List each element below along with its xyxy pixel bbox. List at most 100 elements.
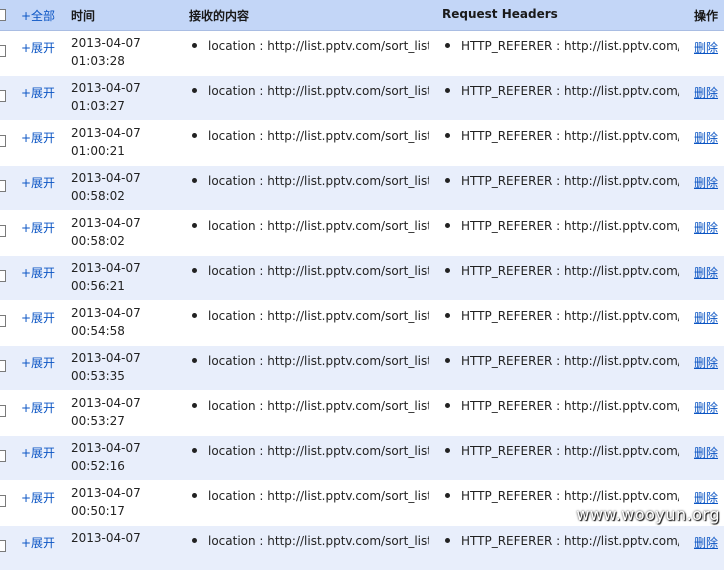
time-cell: 2013-04-07 00:54:58 — [71, 304, 181, 340]
date-text: 2013-04-07 — [71, 171, 141, 185]
row-checkbox[interactable] — [0, 270, 6, 285]
header-operation: 操作 — [694, 9, 719, 23]
delete-link[interactable]: 删除 — [694, 489, 724, 506]
row-checkbox[interactable] — [0, 315, 6, 330]
checkbox-box[interactable] — [0, 270, 6, 282]
expand-link[interactable]: +展开 — [21, 444, 65, 461]
checkbox-box[interactable] — [0, 180, 6, 192]
headers-cell: HTTP_REFERER : http://list.pptv.com/so — [442, 534, 679, 548]
content-text: location : http://list.pptv.com/sort_lis… — [208, 219, 429, 233]
bullet-icon — [445, 268, 450, 273]
content-cell: location : http://list.pptv.com/sort_lis… — [189, 309, 429, 323]
headers-cell: HTTP_REFERER : http://list.pptv.com/so — [442, 174, 679, 188]
expand-link[interactable]: +展开 — [21, 399, 65, 416]
bullet-icon — [445, 88, 450, 93]
delete-link[interactable]: 删除 — [694, 174, 724, 191]
delete-link[interactable]: 删除 — [694, 264, 724, 281]
table-row: +展开 2013-04-07 location : http://list.pp… — [0, 526, 724, 571]
row-checkbox[interactable] — [0, 135, 6, 150]
table-row: +展开 2013-04-07 01:03:28 location : http:/… — [0, 31, 724, 76]
header-text: HTTP_REFERER : http://list.pptv.com/so — [461, 399, 679, 413]
bullet-icon — [192, 223, 197, 228]
expand-link[interactable]: +展开 — [21, 39, 65, 56]
checkbox-box[interactable] — [0, 405, 6, 417]
content-text: location : http://list.pptv.com/sort_lis… — [208, 399, 429, 413]
delete-link[interactable]: 删除 — [694, 219, 724, 236]
header-text: HTTP_REFERER : http://list.pptv.com/so — [461, 534, 679, 548]
date-text: 2013-04-07 — [71, 216, 141, 230]
delete-link[interactable]: 删除 — [694, 309, 724, 326]
date-text: 2013-04-07 — [71, 36, 141, 50]
expand-link[interactable]: +展开 — [21, 129, 65, 146]
header-text: HTTP_REFERER : http://list.pptv.com/so — [461, 444, 679, 458]
content-cell: location : http://list.pptv.com/sort_lis… — [189, 489, 429, 503]
content-text: location : http://list.pptv.com/sort_lis… — [208, 174, 429, 188]
bullet-icon — [192, 268, 197, 273]
checkbox-box[interactable] — [0, 495, 6, 507]
expand-link[interactable]: +展开 — [21, 489, 65, 506]
table-row: +展开 2013-04-07 00:53:35 location : http:/… — [0, 346, 724, 391]
checkbox-box[interactable] — [0, 225, 6, 237]
row-checkbox[interactable] — [0, 225, 6, 240]
expand-link[interactable]: +展开 — [21, 219, 65, 236]
time-cell: 2013-04-07 00:50:17 — [71, 484, 181, 520]
expand-link[interactable]: +展开 — [21, 309, 65, 326]
content-text: location : http://list.pptv.com/sort_lis… — [208, 534, 429, 548]
content-text: location : http://list.pptv.com/sort_lis… — [208, 264, 429, 278]
expand-link[interactable]: +展开 — [21, 174, 65, 191]
checkbox-box[interactable] — [0, 360, 6, 372]
time-cell: 2013-04-07 00:53:27 — [71, 394, 181, 430]
expand-link[interactable]: +展开 — [21, 354, 65, 371]
row-checkbox[interactable] — [0, 405, 6, 420]
select-all-checkbox[interactable] — [0, 9, 6, 24]
delete-link[interactable]: 删除 — [694, 39, 724, 56]
delete-link[interactable]: 删除 — [694, 84, 724, 101]
row-checkbox[interactable] — [0, 90, 6, 105]
time-cell: 2013-04-07 00:56:21 — [71, 259, 181, 295]
row-checkbox[interactable] — [0, 180, 6, 195]
expand-all-link[interactable]: +全部 — [21, 7, 55, 24]
content-cell: location : http://list.pptv.com/sort_lis… — [189, 399, 429, 413]
table-row: +展开 2013-04-07 01:00:21 location : http:/… — [0, 121, 724, 166]
checkbox-box[interactable] — [0, 450, 6, 462]
header-text: HTTP_REFERER : http://list.pptv.com/so — [461, 489, 679, 503]
expand-link[interactable]: +展开 — [21, 264, 65, 281]
clock-text: 01:03:27 — [71, 99, 125, 113]
headers-cell: HTTP_REFERER : http://list.pptv.com/so — [442, 309, 679, 323]
bullet-icon — [445, 403, 450, 408]
bullet-icon — [445, 43, 450, 48]
bullet-icon — [192, 88, 197, 93]
date-text: 2013-04-07 — [71, 441, 141, 455]
checkbox-box[interactable] — [0, 45, 6, 57]
bullet-icon — [445, 448, 450, 453]
delete-link[interactable]: 删除 — [694, 354, 724, 371]
content-cell: location : http://list.pptv.com/sort_lis… — [189, 264, 429, 278]
expand-link[interactable]: +展开 — [21, 84, 65, 101]
row-checkbox[interactable] — [0, 540, 6, 555]
time-cell: 2013-04-07 01:03:28 — [71, 34, 181, 70]
delete-link[interactable]: 删除 — [694, 534, 724, 551]
date-text: 2013-04-07 — [71, 261, 141, 275]
expand-link[interactable]: +展开 — [21, 534, 65, 551]
delete-link[interactable]: 删除 — [694, 444, 724, 461]
row-checkbox[interactable] — [0, 450, 6, 465]
content-cell: location : http://list.pptv.com/sort_lis… — [189, 129, 429, 143]
checkbox-box[interactable] — [0, 540, 6, 552]
checkbox-box[interactable] — [0, 135, 6, 147]
row-checkbox[interactable] — [0, 495, 6, 510]
content-cell: location : http://list.pptv.com/sort_lis… — [189, 174, 429, 188]
header-request-headers: Request Headers — [442, 7, 558, 21]
row-checkbox[interactable] — [0, 360, 6, 375]
row-checkbox[interactable] — [0, 45, 6, 60]
bullet-icon — [445, 223, 450, 228]
checkbox-box[interactable] — [0, 315, 6, 327]
header-text: HTTP_REFERER : http://list.pptv.com/so — [461, 309, 679, 323]
delete-link[interactable]: 删除 — [694, 129, 724, 146]
checkbox-box[interactable] — [0, 90, 6, 102]
checkbox-box[interactable] — [0, 9, 6, 21]
content-text: location : http://list.pptv.com/sort_lis… — [208, 39, 429, 53]
header-text: HTTP_REFERER : http://list.pptv.com/so — [461, 354, 679, 368]
delete-link[interactable]: 删除 — [694, 399, 724, 416]
bullet-icon — [445, 493, 450, 498]
records-table: +全部 时间 接收的内容 Request Headers 操作 +展开 2013… — [0, 0, 724, 571]
